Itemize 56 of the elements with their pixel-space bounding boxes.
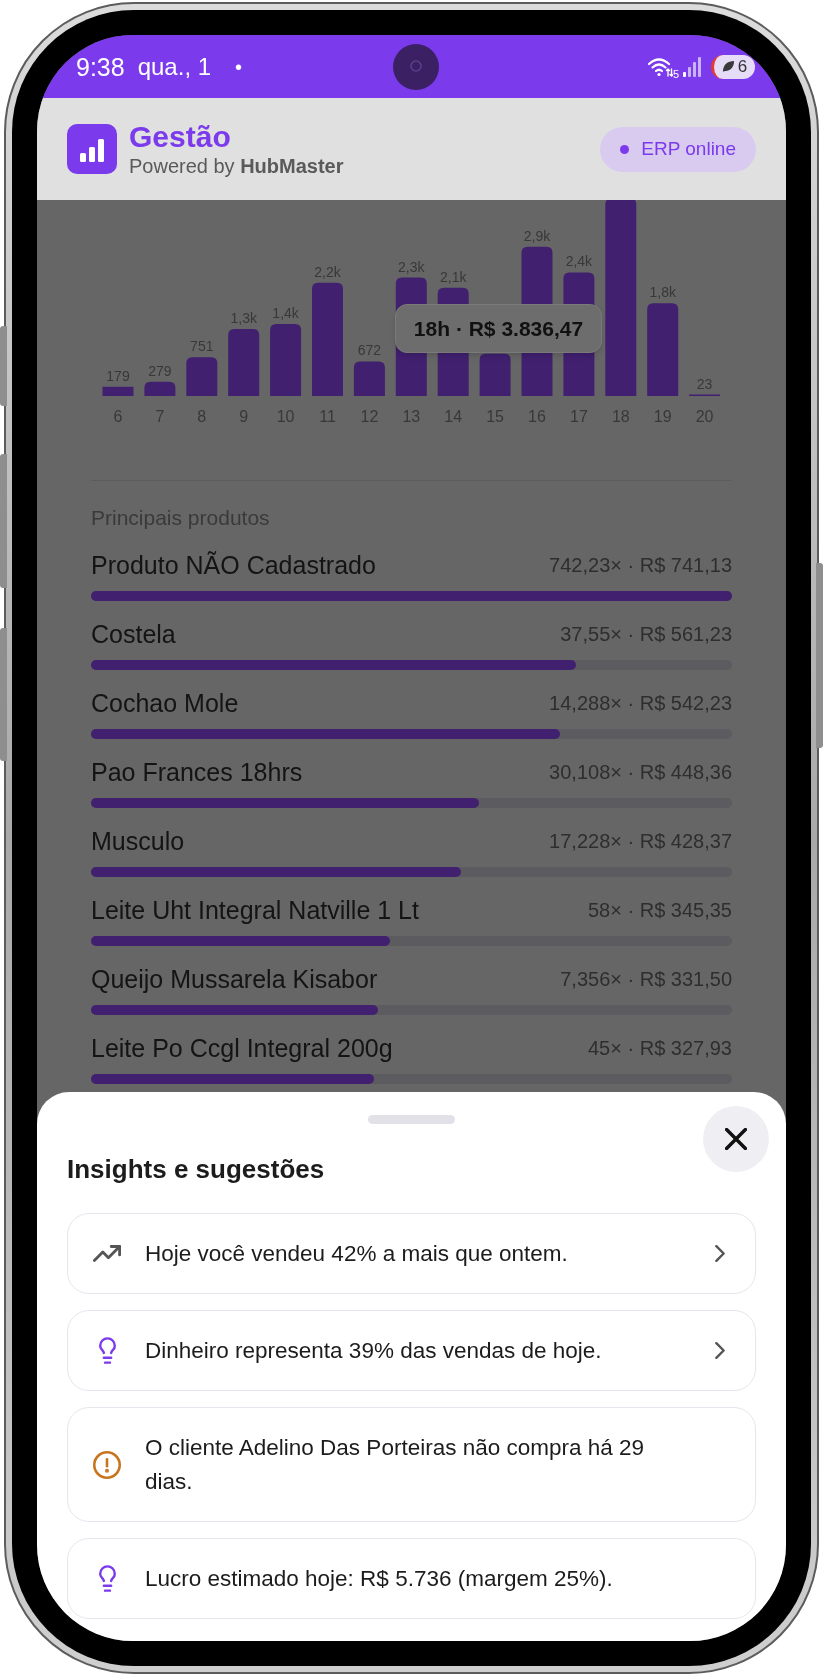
close-icon	[725, 1128, 747, 1150]
bar	[353, 361, 385, 396]
product-name: Cochao Mole	[91, 688, 239, 718]
bar	[228, 329, 260, 396]
leaf-icon	[721, 60, 735, 73]
status-time: 9:38	[76, 52, 125, 81]
lightbulb-icon	[98, 1337, 116, 1364]
insight-card[interactable]: Dinheiro representa 39% das vendas de hoje.	[67, 1310, 756, 1391]
insight-text: O cliente Adelino Das Porteiras não compra há 29 dias.	[145, 1433, 646, 1496]
chevron-right-icon	[715, 1342, 725, 1359]
alert-circle-icon	[93, 1450, 121, 1479]
drag-handle[interactable]	[368, 1115, 455, 1124]
front-camera-icon	[392, 43, 439, 90]
bar	[144, 381, 176, 396]
insight-card[interactable]: Hoje você vendeu 42% a mais que ontem.	[67, 1213, 756, 1294]
product-name: Pao Frances 18hrs	[91, 757, 303, 787]
bar	[479, 353, 511, 396]
product-summary: 14,288× · R$ 542,23	[549, 691, 732, 716]
insight-text: Hoje você vendeu 42% a mais que ontem.	[145, 1239, 569, 1268]
insight-text: Lucro estimado hoje: R$ 5.736 (margem 25%).	[145, 1564, 614, 1593]
side-button[interactable]	[0, 454, 7, 588]
signal-icon	[683, 56, 701, 77]
app-subtitle: Powered by HubMaster	[129, 154, 345, 178]
notification-dot: •	[235, 54, 243, 79]
battery-level: 6	[737, 56, 748, 77]
product-name: Produto NÃO Cadastrado	[91, 550, 376, 580]
chevron-right-icon	[715, 1245, 725, 1262]
bar	[102, 386, 134, 396]
product-summary: 17,228× · R$ 428,37	[549, 829, 732, 854]
product-summary: 30,108× · R$ 448,36	[549, 760, 732, 785]
bar	[186, 357, 218, 396]
side-button[interactable]	[0, 326, 7, 406]
trend-up-icon	[93, 1245, 121, 1262]
network-type: 5	[672, 69, 679, 80]
product-name: Leite Po Ccgl Integral 200g	[91, 1033, 393, 1063]
product-summary: 742,23× · R$ 741,13	[549, 553, 732, 578]
chart-tooltip: 18h · R$ 3.836,47	[395, 304, 602, 353]
product-summary: 58× · R$ 345,35	[588, 898, 732, 923]
side-button[interactable]	[0, 628, 7, 761]
app-logo-icon	[67, 124, 117, 174]
badge-label: ERP online	[641, 137, 736, 161]
product-name: Musculo	[91, 826, 185, 856]
product-name: Costela	[91, 619, 176, 649]
product-name: Queijo Mussarela Kisabor	[91, 964, 378, 994]
product-name: Leite Uht Integral Natville 1 Lt	[91, 895, 419, 925]
app-title: Gestão	[129, 120, 232, 154]
insight-text: Dinheiro representa 39% das vendas de hoje.	[145, 1336, 603, 1365]
wifi-icon	[646, 55, 673, 78]
product-summary: 45× · R$ 327,93	[588, 1036, 732, 1061]
sheet-title: Insights e sugestões	[67, 1153, 326, 1186]
status-date: qua., 1	[137, 52, 212, 81]
product-summary: 37,55× · R$ 561,23	[560, 622, 732, 647]
product-summary: 7,356× · R$ 331,50	[560, 967, 732, 992]
status-dot-icon	[620, 144, 630, 154]
lightbulb-icon	[98, 1565, 116, 1592]
side-button[interactable]	[816, 563, 823, 748]
